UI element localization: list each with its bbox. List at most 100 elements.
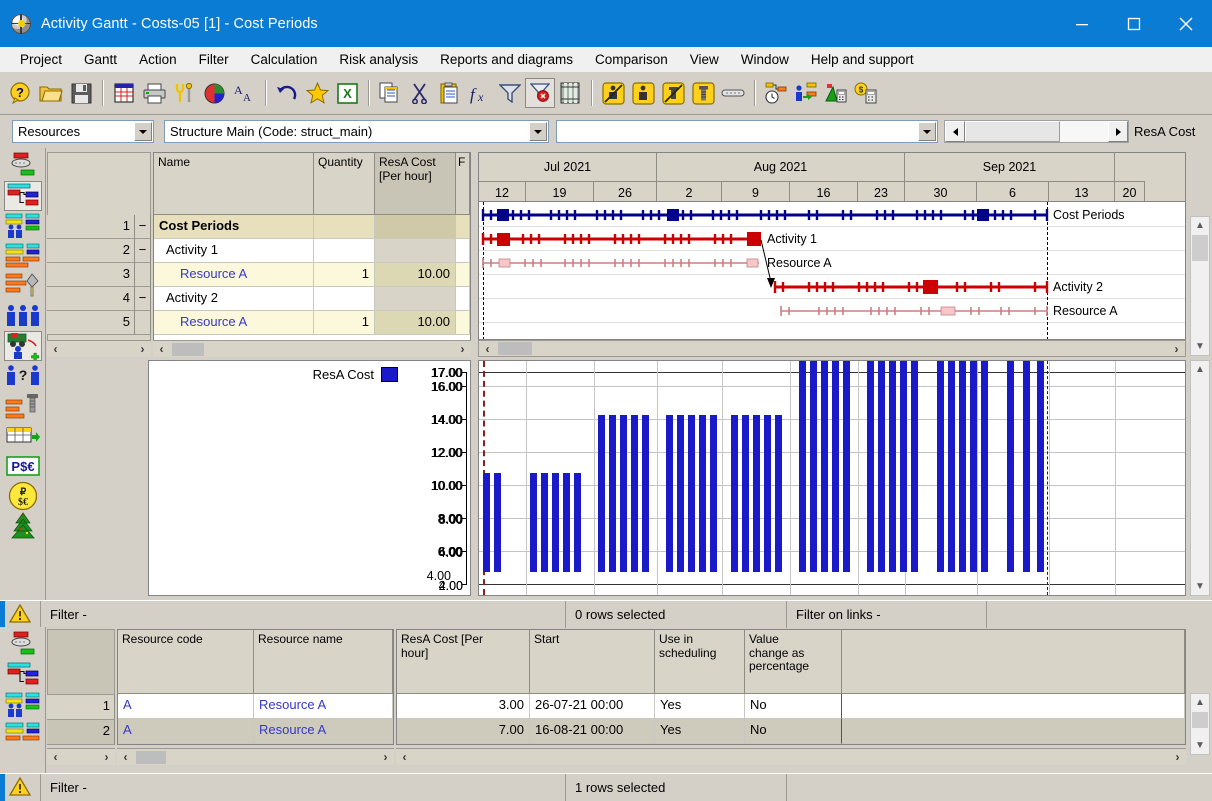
rownum-hscrollbar[interactable]: ‹ › [47,340,151,357]
filter-funnel-icon[interactable] [495,78,525,108]
column-header-blank[interactable] [842,630,1185,694]
upper-grid-hscrollbar[interactable]: ‹ › [153,340,471,357]
column-header-quantity[interactable]: Quantity [314,153,375,215]
chart-plot-area[interactable] [478,360,1186,596]
column-header-resa-cost[interactable]: ResA Cost [Per hour] [397,630,530,694]
menu-calculation[interactable]: Calculation [240,47,329,72]
scroll-left-icon[interactable]: ‹ [47,750,64,764]
scroll-thumb[interactable] [172,342,204,356]
chevron-down-icon[interactable] [918,122,936,141]
structure-select[interactable]: Structure Main (Code: struct_main) [164,120,549,143]
scroll-right-icon[interactable]: › [134,342,151,356]
scroll-right-icon[interactable]: › [454,342,471,356]
table-view-icon[interactable] [109,78,139,108]
favorite-star-icon[interactable] [302,78,332,108]
bars-trowel-icon[interactable] [4,271,42,301]
excel-export-icon[interactable]: X [332,78,362,108]
scroll-thumb[interactable] [136,750,166,764]
lower-grid-right-hscrollbar[interactable]: ‹ › [396,748,1186,765]
table-row[interactable]: A Resource A [118,694,393,719]
film-strip-icon[interactable] [555,78,585,108]
three-people-icon[interactable] [4,301,42,331]
row-expander[interactable]: − [135,287,151,311]
maximize-button[interactable] [1108,0,1160,47]
column-header-start[interactable]: Start [530,630,655,694]
menu-filter[interactable]: Filter [188,47,240,72]
link-bars-icon[interactable] [4,630,42,660]
column-header-value-change-as-percentage[interactable]: Value change as percentage [745,630,842,694]
person-icon[interactable] [628,78,658,108]
scroll-up-icon[interactable]: ▲ [1191,217,1209,234]
table-row[interactable]: 3.00 26-07-21 00:00 Yes No [397,694,1185,719]
menu-help-and-support[interactable]: Help and support [800,47,925,72]
gantt-bar-resource-a-1[interactable] [479,252,1186,274]
bars-bolt-icon[interactable] [4,391,42,421]
menu-project[interactable]: Project [9,47,73,72]
menu-view[interactable]: View [679,47,730,72]
stacked-bars-icon[interactable] [4,720,42,750]
machine-add-icon[interactable] [3,331,42,361]
upper-grid[interactable]: Name Quantity ResA Cost [Per hour] F Cos… [153,152,471,342]
resource-people-icon[interactable] [4,211,42,241]
font-icon[interactable]: A A [229,78,259,108]
chain-link-icon[interactable] [718,78,748,108]
paste-icon[interactable] [435,78,465,108]
chart-vscrollbar[interactable]: ▲ ▼ [1190,360,1210,596]
scroll-left-icon[interactable]: ‹ [396,750,413,764]
cut-scissors-icon[interactable] [405,78,435,108]
scroll-right-icon[interactable]: › [377,750,394,764]
christmas-tree-icon[interactable] [4,511,42,541]
menu-gantt[interactable]: Gantt [73,47,128,72]
pie-chart-icon[interactable] [199,78,229,108]
table-row[interactable]: 7.00 16-08-21 00:00 Yes No [397,719,1185,744]
warning-triangle-icon[interactable] [0,777,40,797]
lower-grid-left[interactable]: Resource code Resource name A Resource A… [117,629,394,745]
menu-risk-analysis[interactable]: Risk analysis [328,47,429,72]
open-folder-icon[interactable] [36,78,66,108]
column-header-name[interactable]: Name [154,153,314,215]
scroll-left-icon[interactable]: ‹ [153,342,170,356]
clear-filter-icon[interactable] [525,78,555,108]
scroll-thumb[interactable] [498,342,532,355]
resource-assign-icon[interactable] [791,78,821,108]
currency-calc-icon[interactable]: $ [851,78,881,108]
column-header-resource-name[interactable]: Resource name [254,630,393,694]
gantt-bar-activity-1[interactable] [479,228,1186,250]
resource-people-icon[interactable] [4,690,42,720]
scroll-right-icon[interactable]: › [98,750,115,764]
gantt-hscrollbar[interactable]: ‹ › [478,340,1186,357]
copy-icon[interactable] [375,78,405,108]
scroll-left-icon[interactable] [945,121,965,142]
row-expander[interactable] [135,311,151,335]
filter-select[interactable] [556,120,938,143]
lower-grid-left-hscrollbar[interactable]: ‹ › [117,748,394,765]
cost-calc-icon[interactable] [821,78,851,108]
currency-coin-icon[interactable]: ₽ $€ [4,481,42,511]
row-expander[interactable]: − [135,239,151,263]
table-row[interactable]: A Resource A [118,719,393,744]
bolt-icon[interactable] [688,78,718,108]
save-disk-icon[interactable] [66,78,96,108]
timeline-scrollbar[interactable] [944,120,1129,143]
settings-tools-icon[interactable] [169,78,199,108]
scroll-left-icon[interactable]: ‹ [47,342,64,356]
scroll-left-icon[interactable]: ‹ [479,342,496,356]
status-filter-upper[interactable]: Filter - [40,600,565,628]
table-row[interactable]: Resource A 1 10.00 [154,311,470,335]
gantt-chart-area[interactable]: Cost Periods Activity 1 Resource A Activ… [478,202,1186,340]
menu-action[interactable]: Action [128,47,188,72]
lower-grid-vscrollbar[interactable]: ▲ ▼ [1190,693,1210,755]
table-row[interactable]: Activity 1 [154,239,470,263]
chevron-down-icon[interactable] [134,122,152,141]
gantt-network-icon[interactable] [4,660,42,690]
scroll-thumb[interactable] [965,121,1060,142]
link-bars-icon[interactable] [4,151,42,181]
help-icon[interactable]: ? [6,78,36,108]
scroll-thumb[interactable] [1192,712,1208,728]
view-select[interactable]: Resources [12,120,154,143]
minimize-button[interactable] [1056,0,1108,47]
status-filter-lower[interactable]: Filter - [40,773,565,801]
column-header-f[interactable]: F [456,153,470,215]
gantt-vscrollbar[interactable]: ▲ ▼ [1190,216,1210,356]
table-row[interactable]: Resource A 1 10.00 [154,263,470,287]
